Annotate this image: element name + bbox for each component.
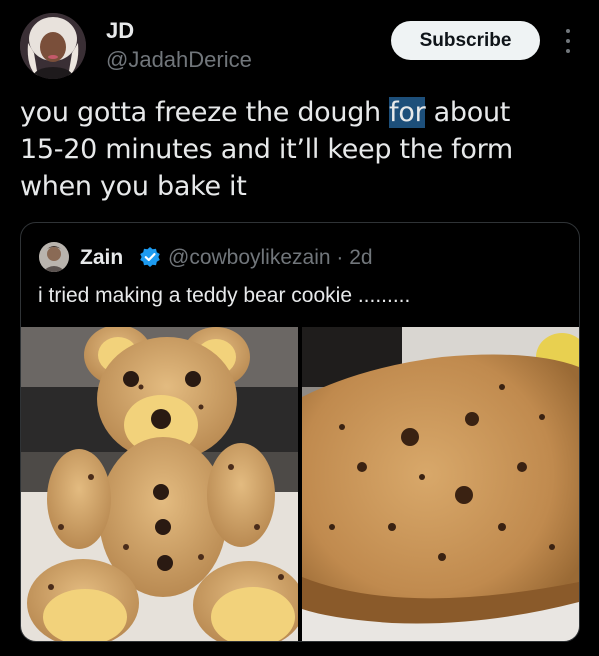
tweet-line-2: 15-20 minutes and it’ll keep the form — [20, 134, 513, 165]
tweet-header: JD @JadahDerice Subscribe — [0, 0, 599, 90]
author-name[interactable]: JD — [106, 18, 134, 44]
quoted-media[interactable] — [21, 327, 579, 641]
tweet-line-3: when you bake it — [20, 171, 247, 202]
baked-cookie-image[interactable] — [302, 327, 579, 641]
subscribe-button[interactable]: Subscribe — [391, 21, 540, 60]
quoted-author-avatar[interactable] — [39, 242, 69, 272]
quoted-text: i tried making a teddy bear cookie .....… — [38, 284, 411, 307]
verified-badge-icon — [140, 247, 160, 267]
quoted-author-name[interactable]: Zain — [80, 246, 123, 270]
tweet-text: you gotta freeze the dough for about 15-… — [20, 94, 580, 205]
tweet-line-1: you gotta freeze the dough for about — [20, 97, 511, 128]
teddy-bear-dough-image[interactable] — [21, 327, 298, 641]
more-options-icon[interactable] — [558, 26, 578, 56]
author-avatar[interactable] — [20, 13, 86, 79]
text-selection-highlight: for — [389, 97, 426, 128]
quoted-tweet[interactable]: Zain @cowboylikezain · 2d i tried making… — [20, 222, 580, 642]
author-handle[interactable]: @JadahDerice — [106, 47, 252, 73]
quoted-handle-and-time[interactable]: @cowboylikezain · 2d — [168, 246, 373, 270]
